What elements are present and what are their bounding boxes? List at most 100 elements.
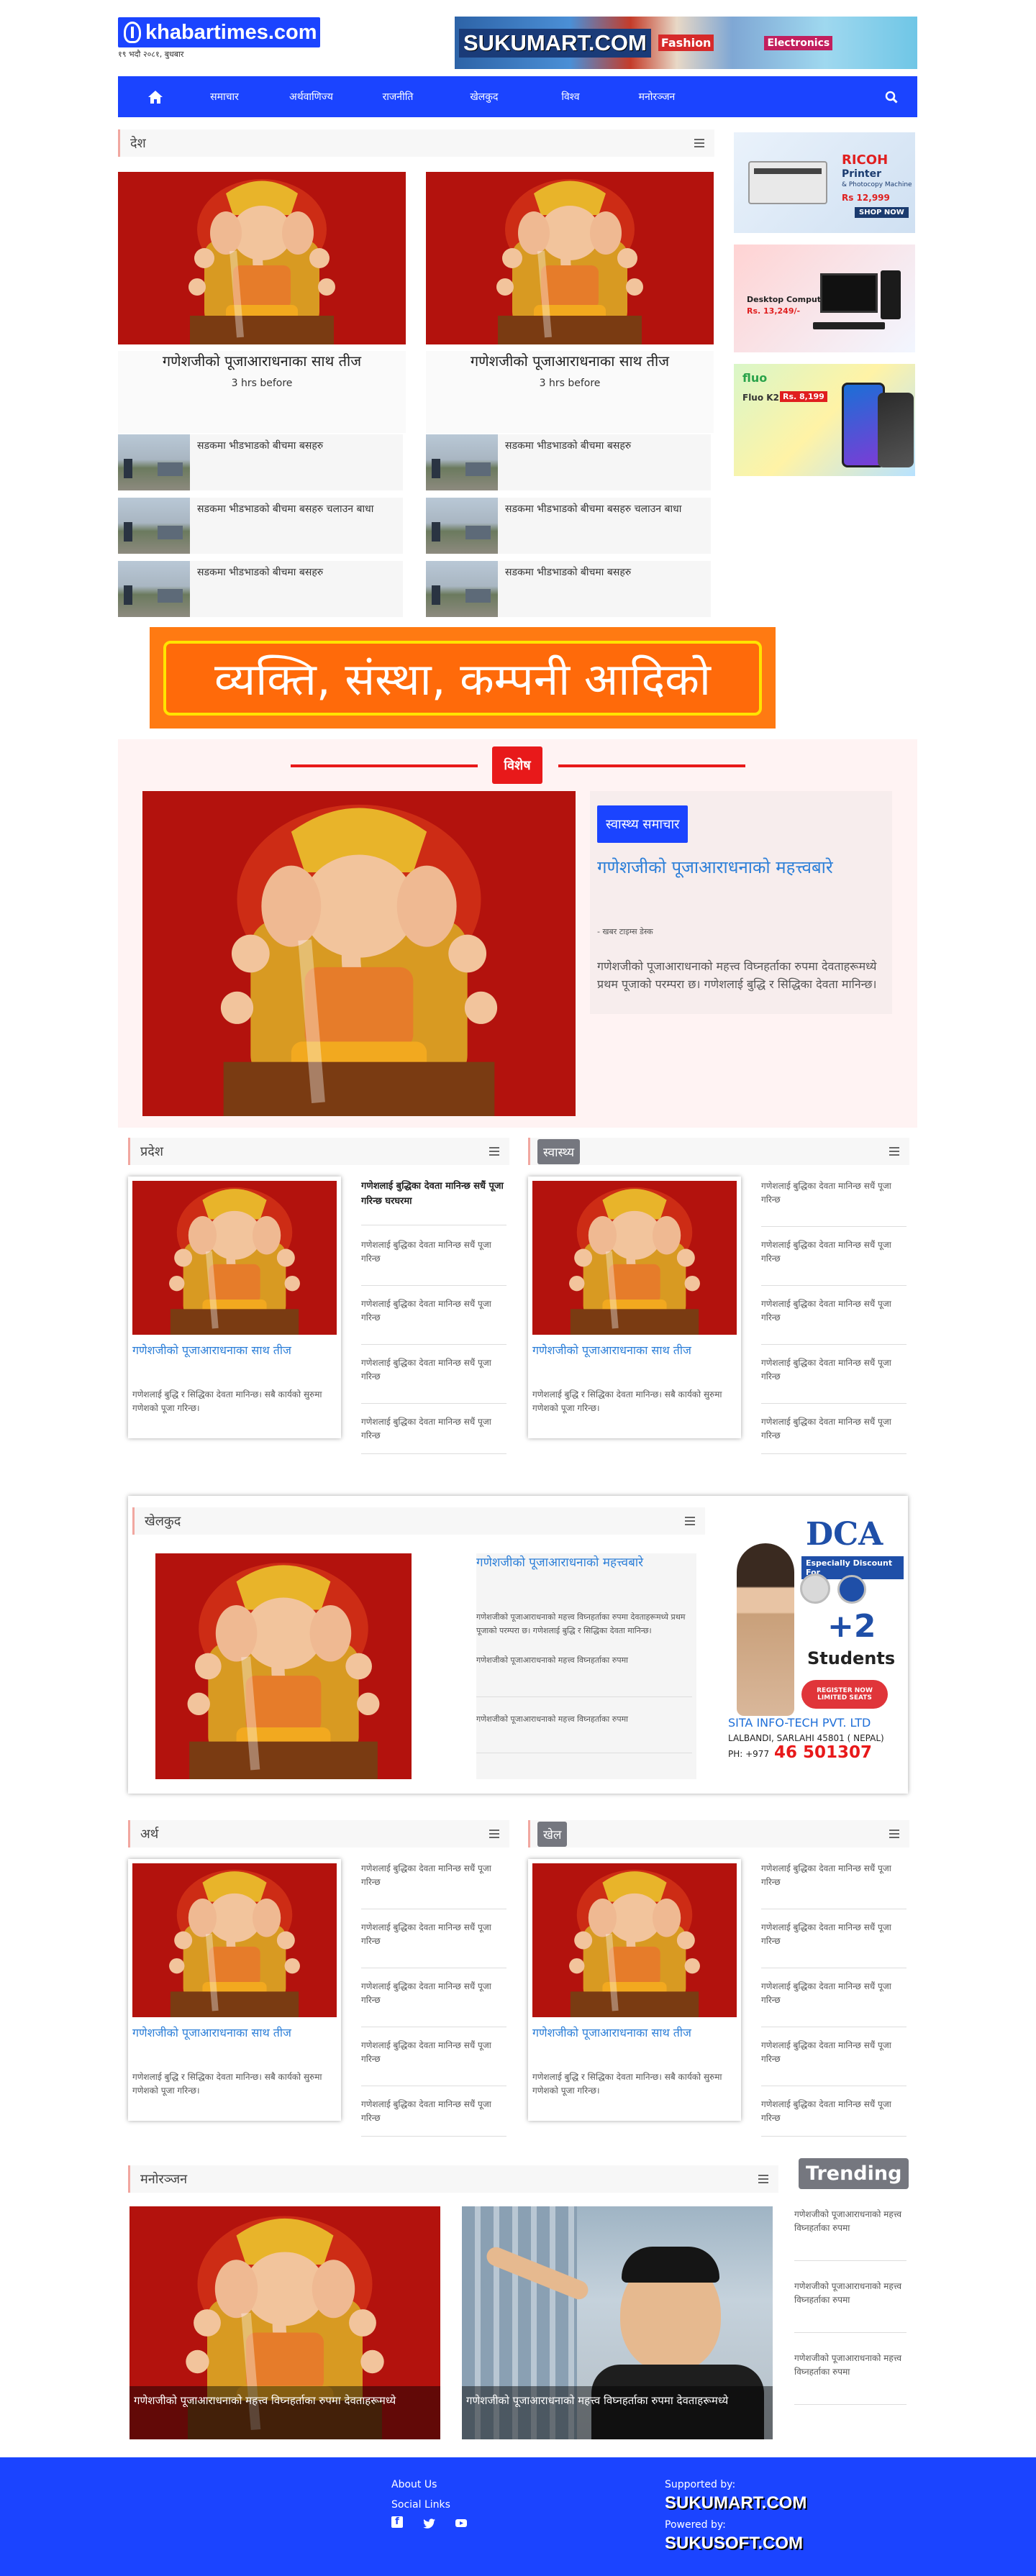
footer-powered-label: Powered by: (665, 2519, 726, 2531)
lead-card[interactable]: गणेशजीको पूजाआराधनाका साथ तीज 3 hrs befo… (118, 351, 406, 433)
nav-item-world[interactable]: विश्व (549, 90, 592, 104)
featured-tag[interactable]: स्वास्थ्य समाचार (597, 805, 689, 843)
list-item[interactable]: गणेशलाई बुद्धिका देवता मानिन्छ सधैं पूजा… (761, 1412, 906, 1454)
list-item-title[interactable]: सडकमा भीडभाडको बीचमा बसहरु चलाउन बाधा (498, 498, 689, 554)
list-item[interactable]: गणेशजीको पूजाआराधनाको महत्त्व विघ्नहर्ता… (476, 1651, 692, 1697)
news-card-title[interactable]: गणेशजीको पूजाआराधनाका साथ तीज (532, 1342, 737, 1359)
menu-icon[interactable] (758, 2175, 768, 2183)
list-item[interactable]: गणेशलाई बुद्धिका देवता मानिन्छ सधैं पूजा… (361, 1177, 506, 1225)
list-item-title[interactable]: सडकमा भीडभाडको बीचमा बसहरु (498, 434, 638, 490)
list-item[interactable]: गणेशलाई बुद्धिका देवता मानिन्छ सधैं पूजा… (761, 1177, 906, 1227)
list-item[interactable]: सडकमा भीडभाडको बीचमा बसहरु (118, 434, 403, 490)
news-card-title[interactable]: गणेशजीको पूजाआराधनाका साथ तीज (132, 1342, 337, 1359)
list-item[interactable]: गणेशलाई बुद्धिका देवता मानिन्छ सधैं पूजा… (361, 1353, 506, 1404)
list-item[interactable]: गणेशजीको पूजाआराधनाको महत्त्व विघ्नहर्ता… (794, 2349, 906, 2405)
news-thumbnail (118, 498, 190, 554)
site-logo[interactable]: khabartimes.com (118, 17, 320, 47)
list-item[interactable]: गणेशजीको पूजाआराधनाको महत्त्व विघ्नहर्ता… (794, 2205, 906, 2261)
list-item-title[interactable]: सडकमा भीडभाडको बीचमा बसहरु (498, 561, 638, 617)
list-item[interactable]: गणेशलाई बुद्धिका देवता मानिन्छ सधैं पूजा… (761, 2036, 906, 2086)
menu-icon[interactable] (889, 1147, 899, 1156)
lead-card-image[interactable] (118, 172, 406, 344)
dca-cta[interactable]: REGISTER NOW LIMITED SEATS (801, 1680, 888, 1709)
list-item[interactable]: सडकमा भीडभाडको बीचमा बसहरु चलाउन बाधा (118, 498, 403, 554)
twitter-icon[interactable] (423, 2518, 436, 2531)
sidebar-ad-printer[interactable]: RICOH Printer & Photocopy Machine Rs 12,… (734, 132, 915, 233)
youtube-icon[interactable] (455, 2516, 468, 2529)
list-item[interactable]: गणेशलाई बुद्धिका देवता मानिन्छ सधैं पूजा… (761, 1918, 906, 1968)
list-item[interactable]: गणेशलाई बुद्धिका देवता मानिन्छ सधैं पूजा… (361, 2095, 506, 2137)
list-item[interactable]: गणेशलाई बुद्धिका देवता मानिन्छ सधैं पूजा… (361, 1412, 506, 1454)
menu-icon[interactable] (489, 1830, 499, 1838)
list-item[interactable]: गणेशलाई बुद्धिका देवता मानिन्छ सधैं पूजा… (761, 1236, 906, 1286)
list-item-title[interactable]: सडकमा भीडभाडको बीचमा बसहरु (190, 434, 330, 490)
list-item[interactable]: सडकमा भीडभाडको बीचमा बसहरु (426, 434, 711, 490)
list-item[interactable]: गणेशलाई बुद्धिका देवता मानिन्छ सधैं पूजा… (361, 1859, 506, 1909)
menu-icon[interactable] (489, 1147, 499, 1156)
list-item[interactable]: गणेशलाई बुद्धिका देवता मानिन्छ सधैं पूजा… (361, 1236, 506, 1286)
list-item[interactable]: गणेशलाई बुद्धिका देवता मानिन्छ सधैं पूजा… (761, 1294, 906, 1345)
section-title: खेल (537, 1821, 568, 1847)
news-card[interactable]: गणेशजीको पूजाआराधनाका साथ तीज गणेशलाई बु… (128, 1859, 341, 2121)
banner-ad[interactable]: व्यक्ति, संस्था, कम्पनी आदिको (150, 627, 776, 729)
ent-card[interactable]: गणेशजीको पूजाआराधनाको महत्त्व विघ्नहर्ता… (130, 2206, 440, 2439)
ad-brand: fluo (742, 371, 768, 385)
footer-powerer-logo[interactable]: SUKUSOFT.COM (665, 2534, 803, 2554)
list-item[interactable]: गणेशलाई बुद्धिका देवता मानिन्छ सधैं पूजा… (361, 2036, 506, 2086)
list-item[interactable]: गणेशलाई बुद्धिका देवता मानिन्छ सधैं पूजा… (361, 1977, 506, 2027)
news-card[interactable]: गणेशजीको पूजाआराधनाका साथ तीज गणेशलाई बु… (128, 1177, 341, 1438)
lead-card[interactable]: गणेशजीको पूजाआराधनाका साथ तीज 3 hrs befo… (426, 351, 714, 433)
sports-title[interactable]: गणेशजीको पूजाआराधनाको महत्त्वबारे (476, 1553, 692, 1572)
dca-ad[interactable]: DCA Especially Discount For +2 Students … (727, 1500, 904, 1789)
list-item-title[interactable]: सडकमा भीडभाडको बीचमा बसहरु चलाउन बाधा (190, 498, 381, 554)
sidebar-ad-phone[interactable]: fluo Fluo K2 Rs. 8,199 (734, 364, 915, 476)
lead-card-image[interactable] (426, 172, 714, 344)
ent-card-title[interactable]: गणेशजीको पूजाआराधनाको महत्त्व विघ्नहर्ता… (462, 2386, 773, 2439)
divider (291, 764, 478, 767)
sports-image[interactable] (155, 1553, 412, 1779)
news-card[interactable]: गणेशजीको पूजाआराधनाका साथ तीज गणेशलाई बु… (528, 1177, 741, 1438)
lead-card-title[interactable]: गणेशजीको पूजाआराधनाका साथ तीज (118, 351, 406, 372)
sports-excerpt: गणेशजीको पूजाआराधनाको महत्त्व विघ्नहर्ता… (476, 1612, 686, 1635)
menu-icon[interactable] (694, 139, 704, 147)
nav-item-entertainment[interactable]: मनोरञ्जन (635, 90, 678, 104)
list-item[interactable]: गणेशजीको पूजाआराधनाको महत्त्व विघ्नहर्ता… (476, 1710, 692, 1753)
list-item[interactable]: गणेशलाई बुद्धिका देवता मानिन्छ सधैं पूजा… (361, 1294, 506, 1345)
nav-item-news[interactable]: समाचार (203, 90, 246, 104)
ent-card-title[interactable]: गणेशजीको पूजाआराधनाको महत्त्व विघ्नहर्ता… (130, 2386, 440, 2439)
list-item[interactable]: गणेशजीको पूजाआराधनाको महत्त्व विघ्नहर्ता… (794, 2277, 906, 2333)
featured-title[interactable]: गणेशजीको पूजाआराधनाको महत्त्वबारे (597, 856, 885, 880)
news-card-title[interactable]: गणेशजीको पूजाआराधनाका साथ तीज (132, 2024, 337, 2042)
facebook-icon[interactable]: f (391, 2516, 403, 2528)
list-item[interactable]: सडकमा भीडभाडको बीचमा बसहरु चलाउन बाधा (426, 498, 711, 554)
menu-icon[interactable] (685, 1517, 695, 1525)
sidebar-ad-desktop[interactable]: Desktop Computer Rs. 13,249/- (734, 245, 915, 352)
footer-about-link[interactable]: About Us (391, 2479, 437, 2490)
nav-item-economy[interactable]: अर्थवाणिज्य (289, 90, 333, 104)
featured-image[interactable] (142, 791, 576, 1116)
ent-card[interactable]: गणेशजीको पूजाआराधनाको महत्त्व विघ्नहर्ता… (462, 2206, 773, 2439)
list-item[interactable]: गणेशलाई बुद्धिका देवता मानिन्छ सधैं पूजा… (761, 1977, 906, 2027)
search-icon[interactable] (877, 76, 906, 117)
section-header-business: अर्थ (128, 1820, 509, 1847)
list-item[interactable]: गणेशलाई बुद्धिका देवता मानिन्छ सधैं पूजा… (361, 1918, 506, 1968)
list-item[interactable]: सडकमा भीडभाडको बीचमा बसहरु (426, 561, 711, 617)
list-item[interactable]: सडकमा भीडभाडको बीचमा बसहरु (118, 561, 403, 617)
cpu-icon (881, 270, 901, 319)
news-card-title[interactable]: गणेशजीको पूजाआराधनाका साथ तीज (532, 2024, 737, 2042)
list-item[interactable]: गणेशलाई बुद्धिका देवता मानिन्छ सधैं पूजा… (761, 2095, 906, 2137)
list-item-title[interactable]: सडकमा भीडभाडको बीचमा बसहरु (190, 561, 330, 617)
menu-icon[interactable] (889, 1830, 899, 1838)
list-item[interactable]: गणेशलाई बुद्धिका देवता मानिन्छ सधैं पूजा… (761, 1859, 906, 1909)
footer-supporter-logo[interactable]: SUKUMART.COM (665, 2493, 806, 2513)
ad-cta[interactable]: SHOP NOW (855, 207, 909, 218)
news-card[interactable]: गणेशजीको पूजाआराधनाका साथ तीज गणेशलाई बु… (528, 1859, 741, 2121)
list-item[interactable]: गणेशलाई बुद्धिका देवता मानिन्छ सधैं पूजा… (761, 1353, 906, 1404)
home-icon[interactable] (130, 76, 181, 117)
nav-item-sports[interactable]: खेलकुद (463, 90, 506, 104)
lead-card-title[interactable]: गणेशजीको पूजाआराधनाका साथ तीज (426, 351, 714, 372)
keyboard-icon (813, 322, 885, 329)
nav-item-politics[interactable]: राजनीति (376, 90, 419, 104)
header-ad-banner[interactable]: SUKUMART.COM Fashion Electronics (455, 17, 917, 69)
news-card-excerpt: गणेशलाई बुद्धि र सिद्धिका देवता मानिन्छ।… (132, 1389, 322, 1414)
